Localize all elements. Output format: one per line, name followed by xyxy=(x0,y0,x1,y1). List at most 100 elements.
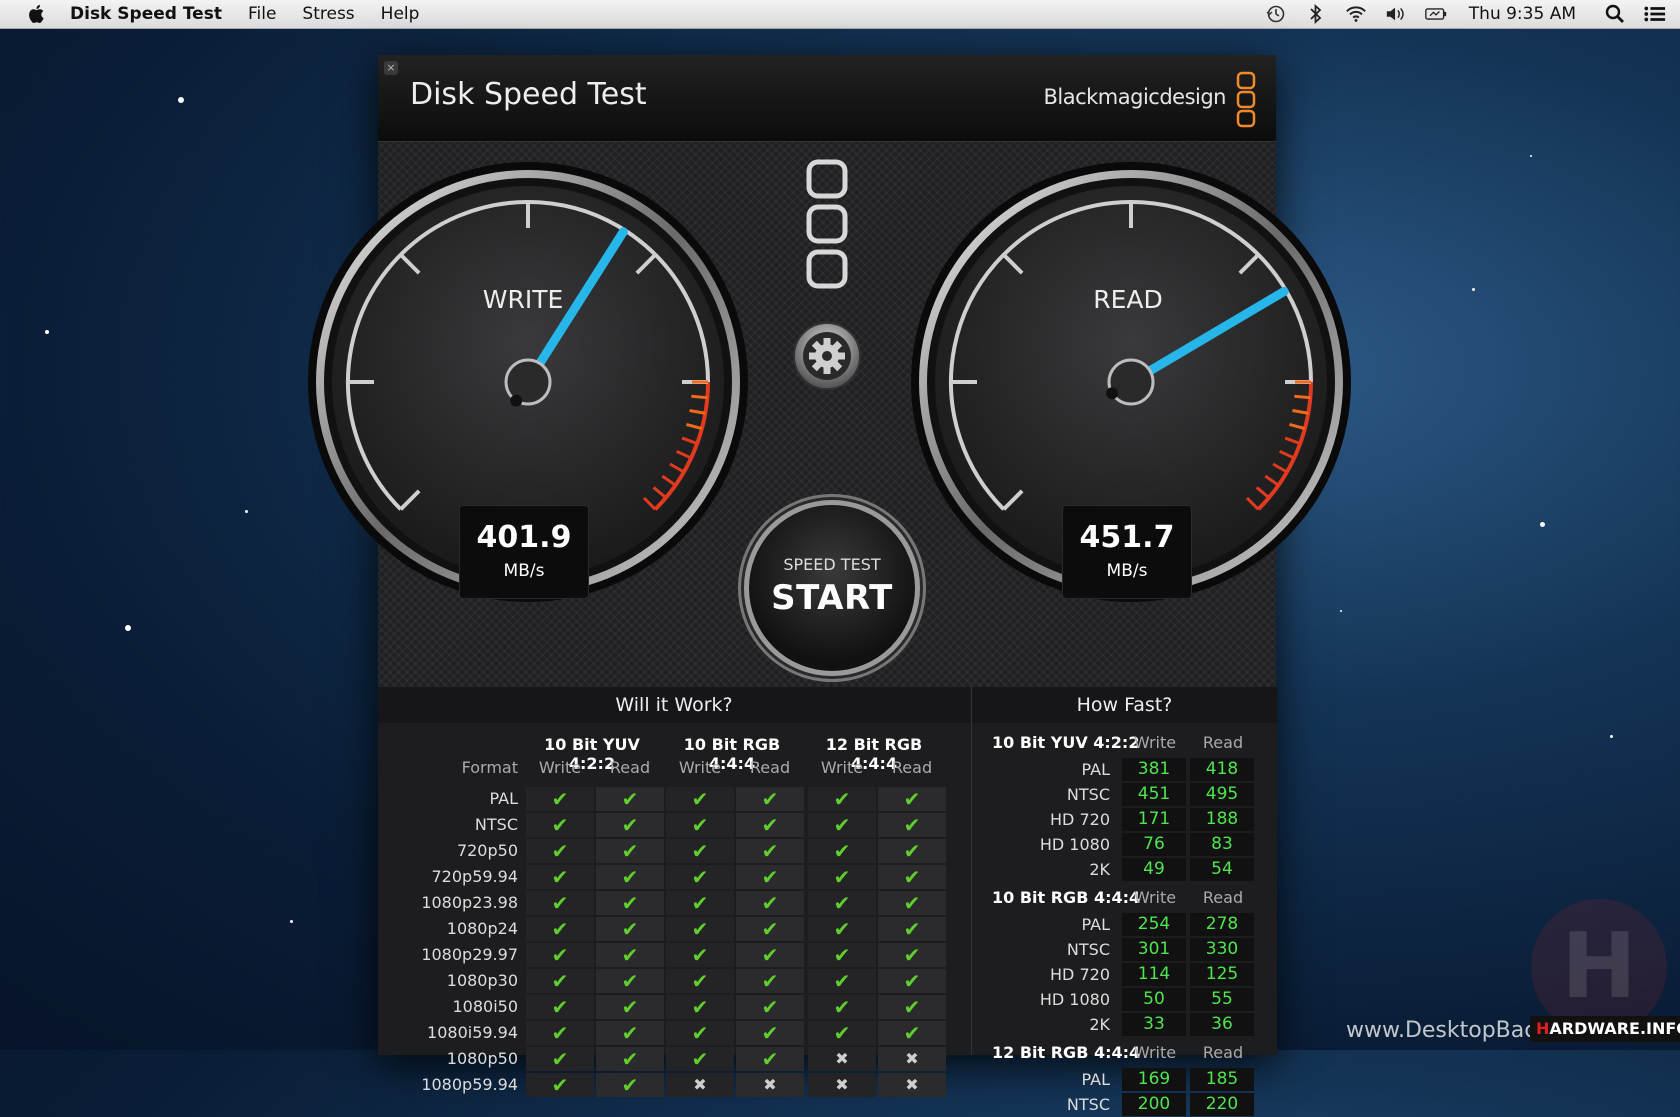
supported-check-icon: ✔ xyxy=(878,891,946,915)
menu-app-name[interactable]: Disk Speed Test xyxy=(70,4,222,24)
supported-check-icon: ✔ xyxy=(808,995,876,1019)
read-speed-value: 451.7 xyxy=(1079,520,1175,555)
cross-glyph: ✖ xyxy=(763,1075,777,1094)
menu-help[interactable]: Help xyxy=(381,4,420,24)
check-glyph: ✔ xyxy=(691,813,709,837)
supported-check-icon: ✔ xyxy=(666,839,734,863)
supported-check-icon: ✔ xyxy=(596,1021,664,1045)
check-glyph: ✔ xyxy=(833,813,851,837)
close-button[interactable]: × xyxy=(384,61,398,75)
write-speed-readout: 401.9 MB/s xyxy=(459,505,589,599)
will-it-work-row: 1080p23.98 ✔ ✔ ✔ ✔ ✔ ✔ xyxy=(388,891,948,915)
how-fast-read-fps: 54 xyxy=(1190,858,1254,881)
supported-check-icon: ✔ xyxy=(596,943,664,967)
check-glyph: ✔ xyxy=(761,1021,779,1045)
how-fast-row: NTSC 200 220 xyxy=(972,1093,1272,1117)
star xyxy=(1340,610,1342,612)
unsupported-cross-icon: ✖ xyxy=(736,1073,804,1097)
check-glyph: ✔ xyxy=(551,1073,569,1097)
how-fast-read-fps: 495 xyxy=(1190,783,1254,806)
format-name: 720p59.94 xyxy=(431,867,519,886)
how-fast-title: How Fast? xyxy=(971,687,1277,724)
how-fast-row: HD 720 171 188 xyxy=(972,808,1272,832)
will-subheader-write: Write xyxy=(820,758,864,777)
how-fast-read-header: Read xyxy=(1202,733,1244,752)
battery-icon[interactable] xyxy=(1424,4,1447,24)
supported-check-icon: ✔ xyxy=(666,1021,734,1045)
check-glyph: ✔ xyxy=(833,787,851,811)
star xyxy=(1472,288,1475,291)
supported-check-icon: ✔ xyxy=(736,787,804,811)
check-glyph: ✔ xyxy=(551,995,569,1019)
how-fast-write-fps: 49 xyxy=(1122,858,1186,881)
cross-glyph: ✖ xyxy=(693,1075,707,1094)
supported-check-icon: ✔ xyxy=(526,839,594,863)
supported-check-icon: ✔ xyxy=(808,813,876,837)
notification-center-icon[interactable] xyxy=(1644,4,1666,24)
check-glyph: ✔ xyxy=(903,943,921,967)
bluetooth-icon[interactable] xyxy=(1305,4,1327,24)
menu-file[interactable]: File xyxy=(248,4,276,24)
check-glyph: ✔ xyxy=(691,1021,709,1045)
how-fast-write-fps: 33 xyxy=(1122,1013,1186,1036)
apple-menu-icon[interactable] xyxy=(22,3,52,25)
check-glyph: ✔ xyxy=(761,917,779,941)
will-subheader-read: Read xyxy=(891,758,933,777)
how-fast-write-fps: 114 xyxy=(1122,963,1186,986)
menu-clock[interactable]: Thu 9:35 AM xyxy=(1469,4,1576,24)
how-fast-write-fps: 451 xyxy=(1122,783,1186,806)
check-glyph: ✔ xyxy=(761,839,779,863)
how-fast-read-fps: 185 xyxy=(1190,1068,1254,1091)
supported-check-icon: ✔ xyxy=(736,943,804,967)
time-machine-icon[interactable] xyxy=(1265,4,1287,24)
check-glyph: ✔ xyxy=(551,917,569,941)
supported-check-icon: ✔ xyxy=(878,1021,946,1045)
check-glyph: ✔ xyxy=(761,969,779,993)
gauge-redline-tick xyxy=(691,394,708,400)
check-glyph: ✔ xyxy=(691,917,709,941)
will-it-work-row: PAL ✔ ✔ ✔ ✔ ✔ ✔ xyxy=(388,787,948,811)
will-it-work-row: 1080p50 ✔ ✔ ✔ ✔ ✖ ✖ xyxy=(388,1047,948,1071)
supported-check-icon: ✔ xyxy=(526,1021,594,1045)
will-it-work-row: 1080i50 ✔ ✔ ✔ ✔ ✔ ✔ xyxy=(388,995,948,1019)
check-glyph: ✔ xyxy=(551,1047,569,1071)
how-fast-read-fps: 125 xyxy=(1190,963,1254,986)
will-it-work-panel: Format 10 Bit YUV 4:2:2 10 Bit RGB 4:4:4… xyxy=(378,723,970,1097)
check-glyph: ✔ xyxy=(691,969,709,993)
volume-icon[interactable] xyxy=(1385,4,1407,24)
supported-check-icon: ✔ xyxy=(808,943,876,967)
will-it-work-title: Will it Work? xyxy=(378,687,970,724)
how-fast-write-header: Write xyxy=(1133,888,1177,907)
star xyxy=(125,625,131,631)
settings-gear-icon[interactable] xyxy=(791,320,863,392)
how-fast-write-fps: 76 xyxy=(1122,833,1186,856)
how-fast-format: PAL xyxy=(1081,915,1110,934)
how-fast-row: HD 720 114 125 xyxy=(972,963,1272,987)
cross-glyph: ✖ xyxy=(905,1075,919,1094)
check-glyph: ✔ xyxy=(691,839,709,863)
unsupported-cross-icon: ✖ xyxy=(666,1073,734,1097)
how-fast-group-name: 10 Bit RGB 4:4:4 xyxy=(992,888,1141,907)
check-glyph: ✔ xyxy=(551,969,569,993)
start-speed-test-button[interactable]: SPEED TEST START xyxy=(744,500,920,676)
format-column-header: Format xyxy=(461,758,518,777)
supported-check-icon: ✔ xyxy=(526,1047,594,1071)
how-fast-write-fps: 254 xyxy=(1122,913,1186,936)
check-glyph: ✔ xyxy=(551,891,569,915)
format-name: NTSC xyxy=(474,815,518,834)
check-glyph: ✔ xyxy=(833,969,851,993)
supported-check-icon: ✔ xyxy=(808,1021,876,1045)
wifi-icon[interactable] xyxy=(1345,4,1367,24)
supported-check-icon: ✔ xyxy=(666,943,734,967)
supported-check-icon: ✔ xyxy=(878,995,946,1019)
menu-stress[interactable]: Stress xyxy=(302,4,354,24)
check-glyph: ✔ xyxy=(551,1021,569,1045)
spotlight-search-icon[interactable] xyxy=(1604,4,1626,24)
write-speed-value: 401.9 xyxy=(476,520,572,555)
menu-extras: Thu 9:35 AM xyxy=(1247,0,1666,28)
how-fast-read-fps: 83 xyxy=(1190,833,1254,856)
supported-check-icon: ✔ xyxy=(736,865,804,889)
check-glyph: ✔ xyxy=(621,943,639,967)
will-it-work-row: 1080p24 ✔ ✔ ✔ ✔ ✔ ✔ xyxy=(388,917,948,941)
supported-check-icon: ✔ xyxy=(808,839,876,863)
